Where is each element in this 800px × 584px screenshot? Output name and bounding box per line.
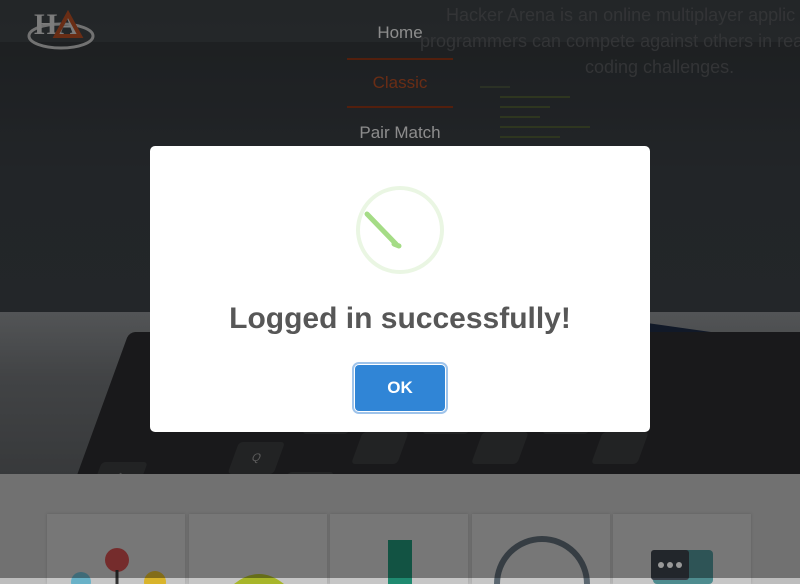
success-check-icon [356, 186, 444, 274]
ok-button[interactable]: OK [352, 362, 448, 414]
dialog-title: Logged in successfully! [229, 302, 571, 335]
login-success-dialog: Logged in successfully! OK [150, 146, 650, 432]
check-stroke-icon [364, 211, 402, 249]
